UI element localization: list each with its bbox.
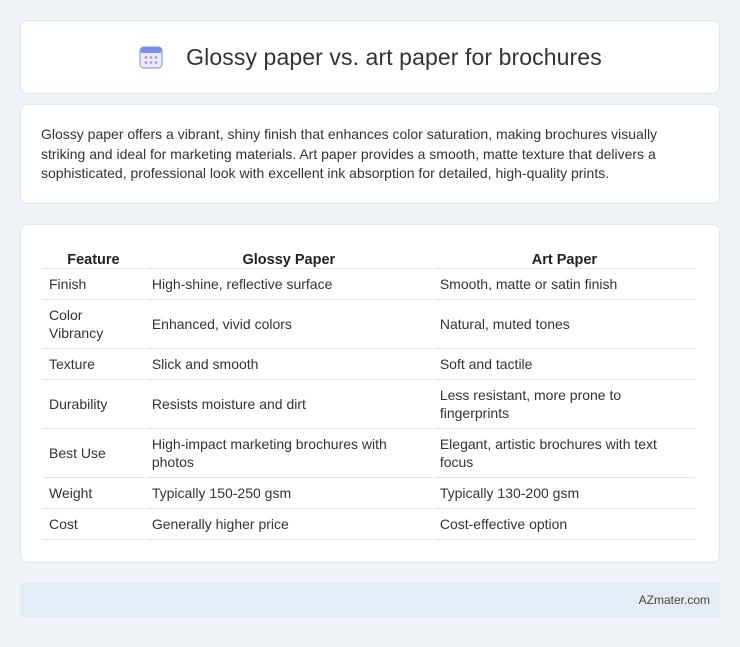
glossy-cell: High-impact marketing brochures with pho… — [145, 429, 432, 478]
art-cell: Elegant, artistic brochures with text fo… — [433, 429, 695, 478]
feature-cell: Finish — [43, 269, 144, 300]
comparison-table-card: Feature Glossy Paper Art Paper Finish Hi… — [20, 224, 720, 563]
comparison-table: Feature Glossy Paper Art Paper Finish Hi… — [41, 245, 697, 540]
glossy-cell: Generally higher price — [145, 509, 432, 540]
feature-cell: Best Use — [43, 429, 144, 478]
header-feature: Feature — [43, 245, 144, 269]
art-cell: Soft and tactile — [433, 349, 695, 380]
title-wrap: Glossy paper vs. art paper for brochures — [138, 44, 602, 71]
header-glossy-paper: Glossy Paper — [145, 245, 432, 269]
page-title: Glossy paper vs. art paper for brochures — [186, 43, 602, 70]
art-cell: Less resistant, more prone to fingerprin… — [433, 380, 695, 429]
feature-cell: Weight — [43, 478, 144, 509]
glossy-cell: Resists moisture and dirt — [145, 380, 432, 429]
table-row: Best Use High-impact marketing brochures… — [43, 429, 695, 478]
glossy-cell: Typically 150-250 gsm — [145, 478, 432, 509]
table-row: Durability Resists moisture and dirt Les… — [43, 380, 695, 429]
table-row: Color Vibrancy Enhanced, vivid colors Na… — [43, 300, 695, 349]
calendar-icon — [139, 46, 163, 69]
feature-cell: Cost — [43, 509, 144, 540]
glossy-cell: Enhanced, vivid colors — [145, 300, 432, 349]
feature-cell: Texture — [43, 349, 144, 380]
footer-brand[interactable]: AZmater.com — [639, 593, 710, 607]
footer-bar: AZmater.com — [20, 583, 720, 617]
table-row: Weight Typically 150-250 gsm Typically 1… — [43, 478, 695, 509]
feature-cell: Durability — [43, 380, 144, 429]
header-art-paper: Art Paper — [433, 245, 695, 269]
feature-cell: Color Vibrancy — [43, 300, 144, 349]
summary-text: Glossy paper offers a vibrant, shiny fin… — [41, 126, 658, 181]
art-cell: Cost-effective option — [433, 509, 695, 540]
table-row: Finish High-shine, reflective surface Sm… — [43, 269, 695, 300]
art-cell: Natural, muted tones — [433, 300, 695, 349]
table-row: Texture Slick and smooth Soft and tactil… — [43, 349, 695, 380]
summary-card: Glossy paper offers a vibrant, shiny fin… — [20, 104, 720, 204]
art-cell: Typically 130-200 gsm — [433, 478, 695, 509]
art-cell: Smooth, matte or satin finish — [433, 269, 695, 300]
table-row: Cost Generally higher price Cost-effecti… — [43, 509, 695, 540]
glossy-cell: Slick and smooth — [145, 349, 432, 380]
glossy-cell: High-shine, reflective surface — [145, 269, 432, 300]
title-card: Glossy paper vs. art paper for brochures — [20, 20, 720, 94]
table-header-row: Feature Glossy Paper Art Paper — [43, 245, 695, 269]
